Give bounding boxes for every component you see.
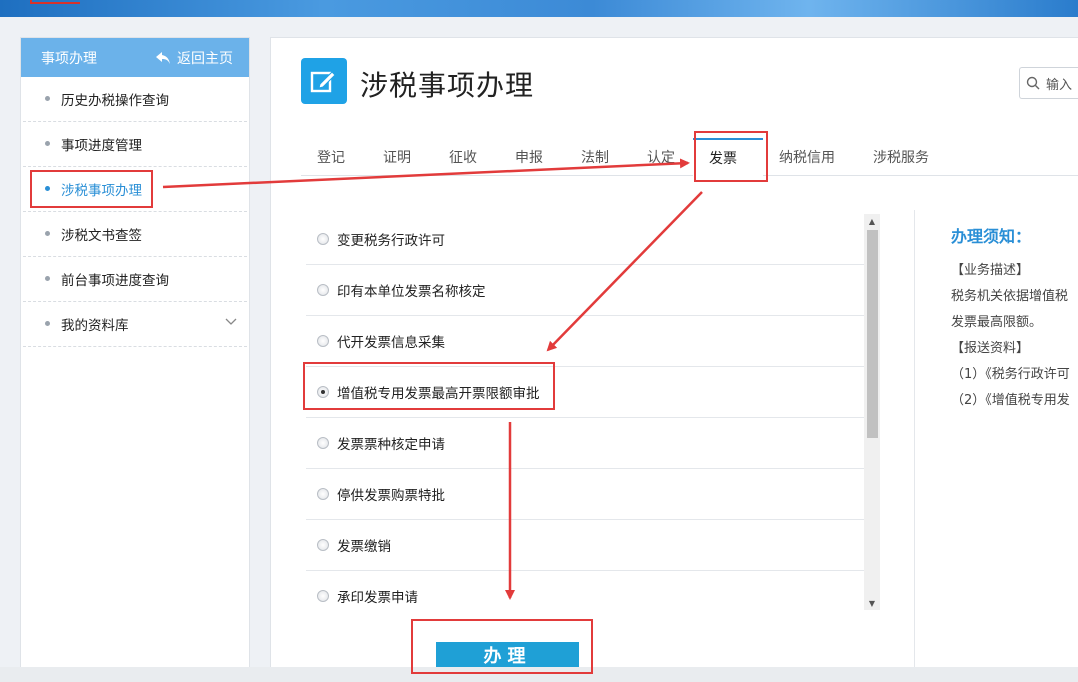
notice-title: 办理须知： xyxy=(951,227,1032,246)
sidebar-item-my-library[interactable]: 我的资料库 xyxy=(23,302,247,347)
sidebar-item-history-query[interactable]: 历史办税操作查询 xyxy=(23,77,247,122)
tab-registration[interactable]: 登记 xyxy=(301,138,367,176)
sidebar-item-label: 我的资料库 xyxy=(61,318,129,334)
list-scrollbar[interactable]: ▲ ▼ xyxy=(864,214,880,610)
notice-panel: 办理须知： 【业务描述】 税务机关依据增值税 发票最高限额。 【报送资料】 （1… xyxy=(951,224,1078,414)
radio-button-selected[interactable] xyxy=(317,386,329,398)
tab-legal[interactable]: 法制 xyxy=(565,138,631,176)
scroll-up-arrow-icon[interactable]: ▲ xyxy=(864,214,880,228)
sidebar: 事项办理 返回主页 历史办税操作查询 事项进度管理 涉税事项办理 涉税文书查签 … xyxy=(20,37,250,677)
list-item[interactable]: 停供发票购票特批 xyxy=(306,469,864,520)
bullet-icon xyxy=(45,186,50,191)
sidebar-item-tax-matters[interactable]: 涉税事项办理 xyxy=(23,167,247,212)
list-item[interactable]: 代开发票信息采集 xyxy=(306,316,864,367)
list-item-label: 代开发票信息采集 xyxy=(337,335,445,351)
page-title: 涉税事项办理 xyxy=(360,69,535,102)
category-tabs: 登记 证明 征收 申报 法制 认定 发票 纳税信用 涉税服务 xyxy=(301,138,1078,176)
site-logo xyxy=(30,0,80,4)
list-item[interactable]: 承印发票申请 xyxy=(306,571,864,610)
notice-line: 税务机关依据增值税 xyxy=(951,289,1069,304)
list-item-label: 增值税专用发票最高开票限额审批 xyxy=(337,386,540,402)
list-item[interactable]: 增值税专用发票最高开票限额审批 xyxy=(306,367,864,418)
sidebar-item-label: 涉税文书查签 xyxy=(61,228,142,244)
list-item-label: 承印发票申请 xyxy=(337,590,418,606)
tab-tax-credit[interactable]: 纳税信用 xyxy=(763,138,857,176)
bullet-icon xyxy=(45,321,50,326)
sidebar-item-label: 历史办税操作查询 xyxy=(61,93,169,109)
list-item-label: 变更税务行政许可 xyxy=(337,233,445,249)
radio-button[interactable] xyxy=(317,284,329,296)
search-icon xyxy=(1026,76,1040,90)
list-item[interactable]: 发票票种核定申请 xyxy=(306,418,864,469)
divider xyxy=(914,210,915,678)
notice-line: 发票最高限额。 xyxy=(951,315,1043,330)
sidebar-item-tax-documents[interactable]: 涉税文书查签 xyxy=(23,212,247,257)
sidebar-item-front-desk-query[interactable]: 前台事项进度查询 xyxy=(23,257,247,302)
list-item-label: 停供发票购票特批 xyxy=(337,488,445,504)
radio-button[interactable] xyxy=(317,590,329,602)
notice-line: 【报送资料】 xyxy=(951,341,1030,356)
back-label: 返回主页 xyxy=(177,50,233,67)
edit-document-icon xyxy=(301,58,347,104)
sidebar-item-label: 前台事项进度查询 xyxy=(61,273,169,289)
tab-tax-service[interactable]: 涉税服务 xyxy=(857,138,951,176)
search-input[interactable]: 输入 xyxy=(1019,67,1078,99)
notice-line: （1）《税务行政许可 xyxy=(951,367,1070,382)
notice-line: 【业务描述】 xyxy=(951,263,1030,278)
tab-certificate[interactable]: 证明 xyxy=(367,138,433,176)
bottom-bar xyxy=(0,667,1078,682)
tab-invoice[interactable]: 发票 xyxy=(693,138,763,176)
sidebar-header: 事项办理 返回主页 xyxy=(21,38,249,77)
list-item-label: 发票缴销 xyxy=(337,539,391,555)
top-banner xyxy=(0,0,1078,17)
tab-declaration[interactable]: 申报 xyxy=(499,138,565,176)
matter-list: 变更税务行政许可 印有本单位发票名称核定 代开发票信息采集 增值税专用发票最高开… xyxy=(306,214,864,610)
scroll-thumb[interactable] xyxy=(867,230,878,438)
tab-recognition[interactable]: 认定 xyxy=(631,138,693,176)
radio-button[interactable] xyxy=(317,488,329,500)
sidebar-item-progress-management[interactable]: 事项进度管理 xyxy=(23,122,247,167)
bullet-icon xyxy=(45,96,50,101)
radio-button[interactable] xyxy=(317,437,329,449)
scroll-down-arrow-icon[interactable]: ▼ xyxy=(864,596,880,610)
sidebar-title: 事项办理 xyxy=(41,50,97,67)
radio-button[interactable] xyxy=(317,233,329,245)
list-item-label: 发票票种核定申请 xyxy=(337,437,445,453)
back-to-home-link[interactable]: 返回主页 xyxy=(155,48,233,68)
list-item[interactable]: 印有本单位发票名称核定 xyxy=(306,265,864,316)
list-item[interactable]: 变更税务行政许可 xyxy=(306,214,864,265)
radio-button[interactable] xyxy=(317,335,329,347)
tab-collection[interactable]: 征收 xyxy=(433,138,499,176)
bullet-icon xyxy=(45,276,50,281)
sidebar-item-label: 涉税事项办理 xyxy=(61,183,142,199)
bullet-icon xyxy=(45,231,50,236)
back-arrow-icon xyxy=(156,51,170,64)
sidebar-item-label: 事项进度管理 xyxy=(61,138,142,154)
main-panel: 涉税事项办理 输入 登记 证明 征收 申报 法制 认定 发票 纳税信用 涉税服务… xyxy=(270,37,1078,678)
list-item[interactable]: 发票缴销 xyxy=(306,520,864,571)
bullet-icon xyxy=(45,141,50,146)
list-item-label: 印有本单位发票名称核定 xyxy=(337,284,486,300)
chevron-down-icon[interactable] xyxy=(225,318,237,326)
search-placeholder: 输入 xyxy=(1046,77,1073,93)
handle-button[interactable]: 办理 xyxy=(436,642,579,668)
notice-line: （2）《增值税专用发 xyxy=(951,393,1070,408)
radio-button[interactable] xyxy=(317,539,329,551)
